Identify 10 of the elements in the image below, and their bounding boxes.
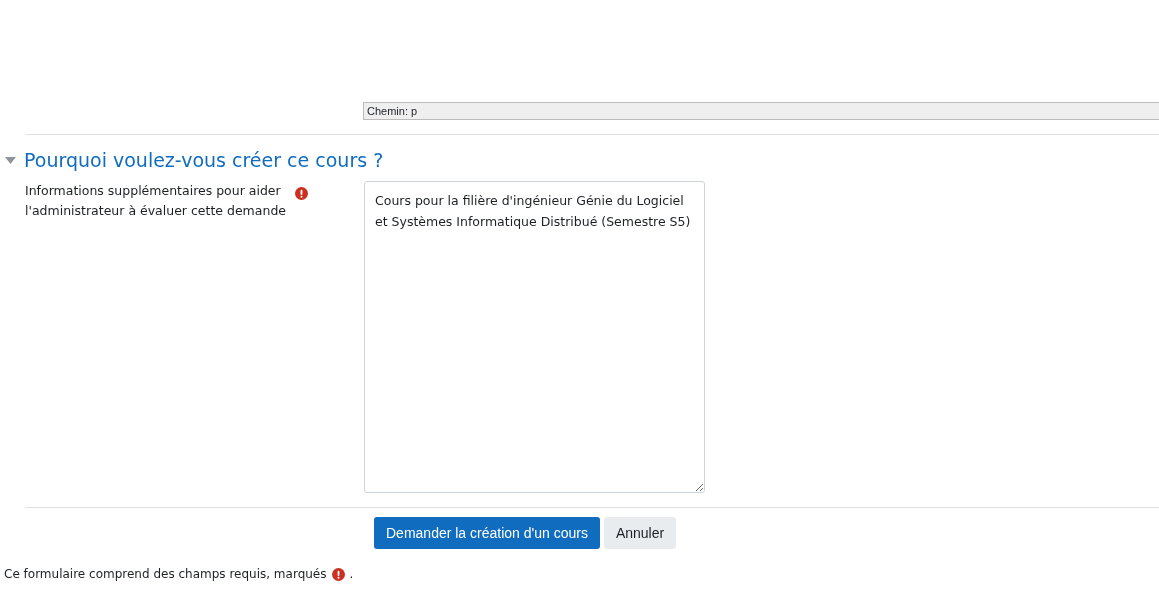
text-area[interactable]: Cours pour la filière d'ingénieur Génie du Logiciel et Systèmes Informatique Distribué (Semestre S5) — [364, 181, 705, 493]
footer-note: Ce formulaire comprend des champs requis, marqués — [4, 567, 327, 581]
required-icon — [331, 567, 345, 581]
field-label: Informations supplémentaires pour aider l'administrateur à évaluer cette demande — [25, 182, 287, 220]
footer-period: . — [349, 567, 354, 581]
collapse-icon[interactable] — [5, 156, 16, 164]
section-title[interactable]: Pourquoi voulez-vous créer ce cours ? — [24, 149, 384, 171]
submit-button[interactable]: Demander la création d'un cours — [374, 517, 600, 549]
path-bar: Chemin: p — [363, 102, 1159, 120]
cancel-button[interactable]: Annuler — [603, 517, 677, 549]
